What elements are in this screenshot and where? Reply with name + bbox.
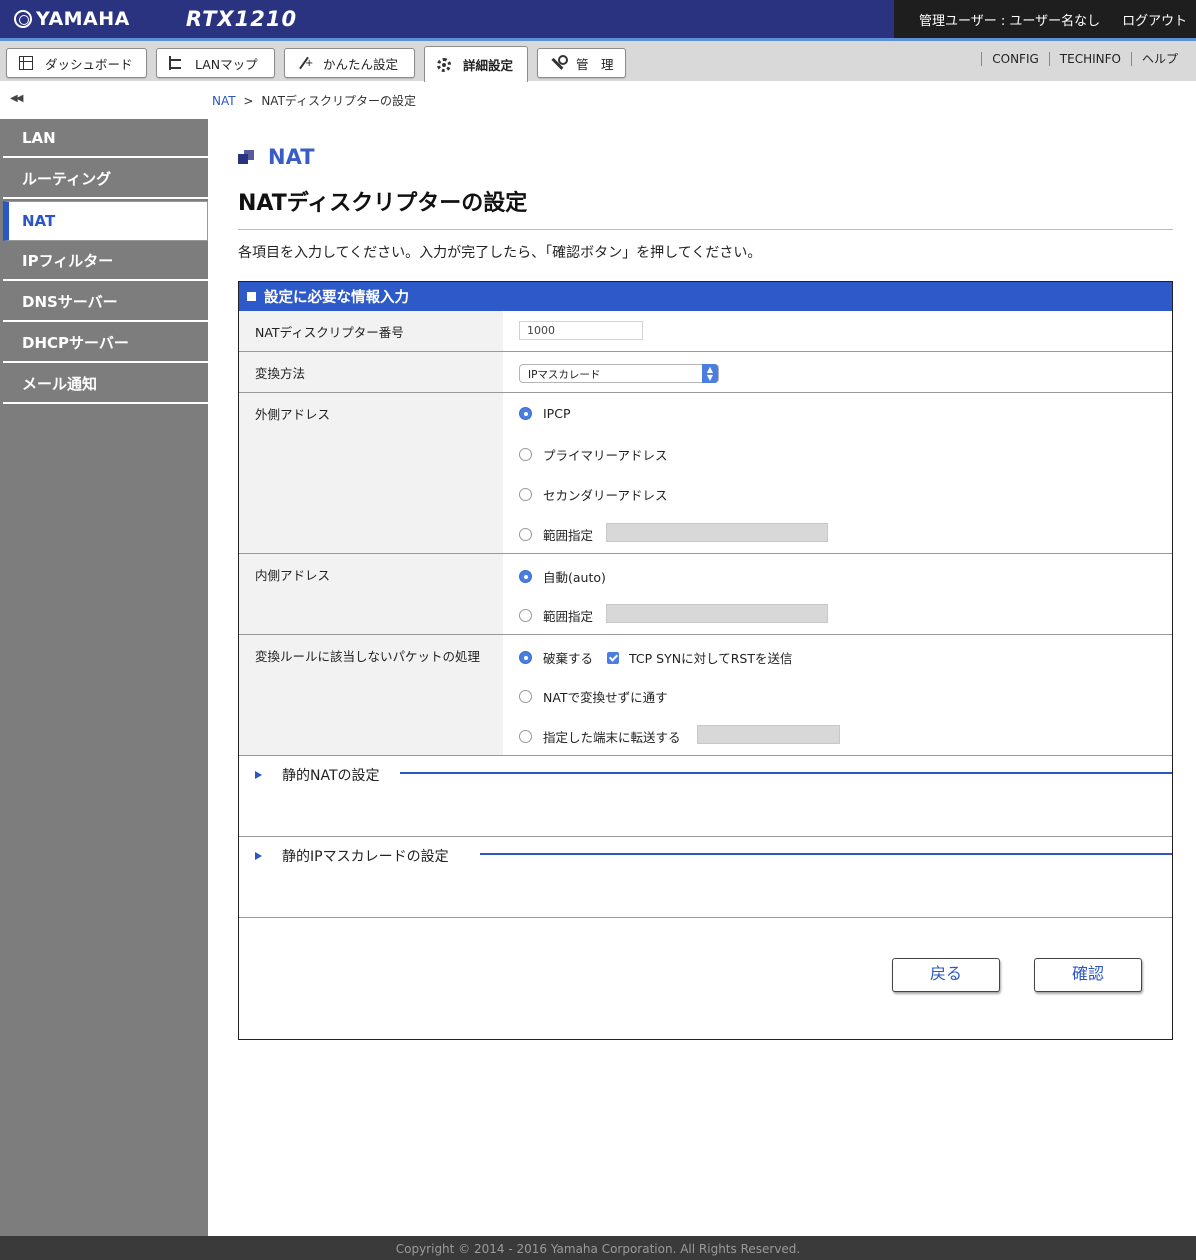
breadcrumb-nat-link[interactable]: NAT (212, 94, 236, 108)
breadcrumb-current: NATディスクリプターの設定 (261, 94, 417, 108)
outer-range-option[interactable]: 範囲指定 (519, 525, 593, 544)
outer-range-input[interactable] (606, 523, 828, 542)
breadcrumb: NAT > NATディスクリプターの設定 (212, 92, 416, 109)
static-masquerade-title[interactable]: 静的IPマスカレードの設定 (282, 846, 459, 866)
model-name: RTX1210 (185, 7, 298, 31)
back-button[interactable]: 戻る (892, 958, 1000, 992)
page-title: NATディスクリプターの設定 (238, 191, 528, 216)
sidebar-item-dns-server[interactable]: DNSサーバー (3, 283, 208, 322)
conversion-method-select[interactable]: IPマスカレード ▲ ▼ (519, 364, 719, 383)
forward-host-input[interactable] (697, 725, 840, 744)
gear-icon (437, 57, 451, 72)
intro-text: 各項目を入力してください。入力が完了したら、「確認ボタン」を押してください。 (238, 245, 762, 261)
user-label: 管理ユーザー : ユーザー名なし (919, 13, 1101, 29)
sidebar-item-lan[interactable]: LAN (3, 119, 208, 158)
sidebar-item-nat[interactable]: NAT (3, 201, 208, 241)
outer-address-row: 外側アドレス IPCP プライマリーアドレス セカンダリーアドレス 範囲指定 (239, 393, 1172, 554)
tcp-syn-rst-checkbox[interactable] (607, 651, 620, 664)
wand-icon (297, 56, 313, 70)
expand-arrow-icon[interactable] (255, 852, 262, 860)
section-line (480, 853, 1172, 855)
forward-option[interactable]: 指定した端末に転送する (519, 727, 681, 746)
logout-link[interactable]: ログアウト (1122, 10, 1187, 29)
wrench-icon (550, 55, 568, 70)
dashboard-icon (19, 56, 33, 70)
form-header: 設定に必要な情報入力 (239, 282, 1172, 311)
top-links: CONFIG TECHINFO ヘルプ (981, 52, 1188, 66)
radio[interactable] (519, 690, 532, 703)
descriptor-number-input[interactable]: 1000 (519, 321, 643, 340)
tab-management[interactable]: 管 理 (537, 48, 626, 78)
collapse-sidebar-icon[interactable]: ◀◀ (0, 81, 208, 119)
radio[interactable] (519, 448, 532, 461)
inner-address-label: 内側アドレス (239, 554, 503, 634)
tab-bar: ダッシュボード LANマップ かんたん設定 詳細設定 管 理 CONFIG TE… (0, 41, 1196, 82)
radio[interactable] (519, 488, 532, 501)
tab-dashboard[interactable]: ダッシュボード (6, 48, 147, 78)
static-masquerade-section[interactable]: 静的IPマスカレードの設定 (239, 837, 1172, 918)
outer-primary-option[interactable]: プライマリーアドレス (519, 445, 668, 464)
confirm-button[interactable]: 確認 (1034, 958, 1142, 992)
breadcrumb-separator: > (243, 94, 254, 108)
radio-selected[interactable] (519, 407, 532, 420)
tcp-syn-rst-label: TCP SYNに対してRSTを送信 (629, 651, 793, 666)
outer-address-label: 外側アドレス (239, 393, 503, 553)
expand-arrow-icon[interactable] (255, 771, 262, 779)
section-line (400, 772, 1172, 774)
conversion-method-label: 変換方法 (239, 352, 503, 392)
inner-range-option[interactable]: 範囲指定 (519, 606, 593, 625)
static-nat-title[interactable]: 静的NATの設定 (282, 765, 390, 785)
footer-copyright: Copyright © 2014 - 2016 Yamaha Corporati… (0, 1236, 1196, 1260)
select-arrows-icon: ▲ ▼ (702, 364, 718, 383)
techinfo-link[interactable]: TECHINFO (1048, 52, 1131, 66)
sidebar-item-routing[interactable]: ルーティング (3, 160, 208, 199)
conversion-method-row: 変換方法 IPマスカレード ▲ ▼ (239, 352, 1172, 393)
sidebar-item-dhcp-server[interactable]: DHCPサーバー (3, 324, 208, 363)
radio[interactable] (519, 730, 532, 743)
sidebar: ◀◀ LAN ルーティング NAT IPフィルター DNSサーバー DHCPサー… (0, 81, 208, 1236)
pass-through-option[interactable]: NATで変換せずに通す (519, 687, 668, 706)
settings-form: 設定に必要な情報入力 NATディスクリプター番号 1000 変換方法 IPマスカ… (238, 281, 1173, 1040)
tab-easy-setup[interactable]: かんたん設定 (284, 48, 415, 78)
yamaha-logo: YAMAHA (14, 8, 130, 30)
radio-selected[interactable] (519, 570, 532, 583)
inner-auto-option[interactable]: 自動(auto) (519, 567, 606, 586)
yamaha-mark-icon (14, 10, 32, 28)
section-title: NAT (238, 145, 315, 169)
lan-map-icon (169, 56, 183, 70)
descriptor-number-label: NATディスクリプター番号 (239, 311, 503, 351)
unmatched-packets-label: 変換ルールに該当しないパケットの処理 (239, 635, 503, 755)
inner-range-input[interactable] (606, 604, 828, 623)
discard-option[interactable]: 破棄する TCP SYNに対してRSTを送信 (519, 648, 792, 667)
user-box: 管理ユーザー : ユーザー名なし ログアウト (894, 0, 1196, 38)
descriptor-number-row: NATディスクリプター番号 1000 (239, 311, 1172, 352)
sidebar-item-mail-notification[interactable]: メール通知 (3, 365, 208, 404)
outer-secondary-option[interactable]: セカンダリーアドレス (519, 485, 668, 504)
config-link[interactable]: CONFIG (981, 52, 1049, 66)
radio[interactable] (519, 609, 532, 622)
tab-advanced-settings[interactable]: 詳細設定 (424, 46, 528, 82)
radio[interactable] (519, 528, 532, 541)
inner-address-row: 内側アドレス 自動(auto) 範囲指定 (239, 554, 1172, 635)
title-divider (238, 229, 1173, 230)
radio-selected[interactable] (519, 651, 532, 664)
outer-ipcp-option[interactable]: IPCP (519, 406, 571, 421)
unmatched-packets-row: 変換ルールに該当しないパケットの処理 破棄する TCP SYNに対してRSTを送信… (239, 635, 1172, 756)
square-icon (247, 292, 256, 301)
sidebar-item-ip-filter[interactable]: IPフィルター (3, 242, 208, 281)
tab-lan-map[interactable]: LANマップ (156, 48, 275, 78)
top-header: YAMAHA RTX1210 管理ユーザー : ユーザー名なし ログアウト (0, 0, 1196, 38)
section-square-icon (238, 150, 254, 164)
help-link[interactable]: ヘルプ (1130, 52, 1188, 66)
static-nat-section[interactable]: 静的NATの設定 (239, 756, 1172, 837)
